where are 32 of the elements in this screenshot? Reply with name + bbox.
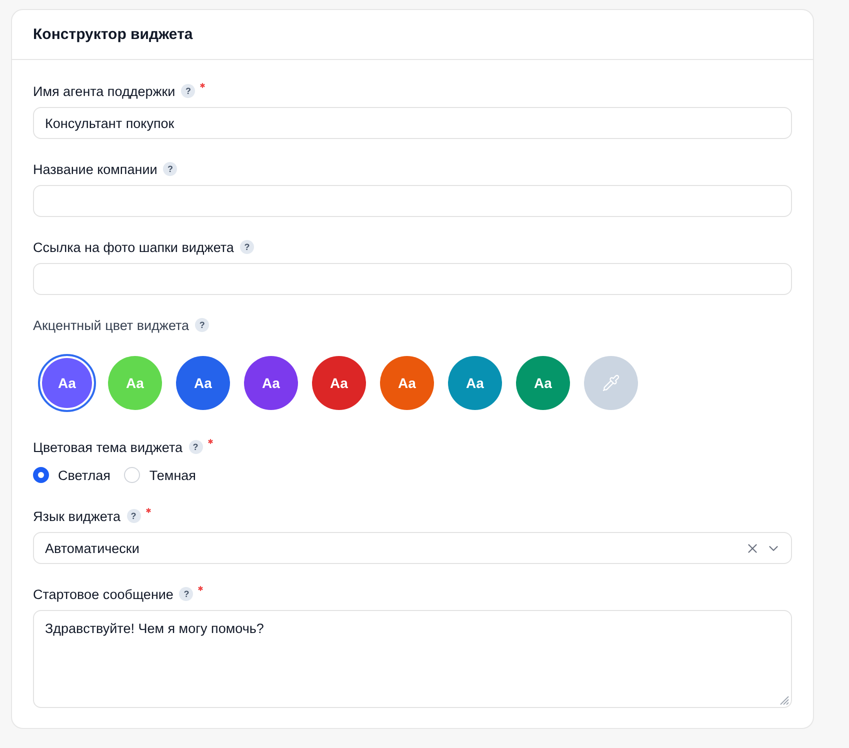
color-swatch[interactable]: Aa	[446, 354, 504, 412]
color-swatch[interactable]: Aa	[174, 354, 232, 412]
text-input[interactable]	[33, 263, 792, 295]
color-swatch[interactable]: Aa	[514, 354, 572, 412]
help-button[interactable]: ?	[181, 84, 196, 98]
field-label: Язык виджета	[33, 508, 121, 524]
radio-button[interactable]	[33, 467, 49, 483]
language-select[interactable]: Автоматически	[33, 532, 792, 564]
radio-label[interactable]: Светлая	[58, 468, 110, 482]
field-label: Название компании	[33, 162, 158, 176]
color-swatch[interactable]: Aa	[378, 354, 436, 412]
help-button[interactable]: ?	[240, 240, 254, 254]
field-label: Акцентный цвет виджета	[33, 318, 190, 332]
resize-handle-icon[interactable]	[780, 696, 789, 705]
eyedropper-icon	[602, 374, 620, 392]
help-button[interactable]: ?	[126, 509, 141, 523]
field-label: Ссылка на фото шапки виджета	[33, 240, 234, 254]
panel-title: Конструктор виджета	[33, 26, 193, 43]
text-input[interactable]	[33, 185, 792, 217]
color-swatch[interactable]: Aa	[38, 354, 96, 412]
help-button[interactable]: ?	[163, 162, 178, 176]
help-button[interactable]: ?	[195, 318, 210, 332]
message-textarea[interactable]: Здравствуйте! Чем я могу помочь?	[33, 610, 792, 708]
color-swatch[interactable]: Aa	[310, 354, 368, 412]
text-input[interactable]: Консультант покупок	[33, 107, 792, 139]
help-button[interactable]: ?	[179, 587, 194, 601]
color-swatch[interactable]: Aa	[242, 354, 300, 412]
field-label: Цветовая тема виджета	[33, 440, 182, 454]
field-label: Стартовое сообщение	[33, 586, 174, 602]
field-label: Имя агента поддержки	[33, 84, 176, 98]
radio-label[interactable]: Темная	[149, 468, 196, 482]
help-button[interactable]: ?	[188, 440, 202, 454]
